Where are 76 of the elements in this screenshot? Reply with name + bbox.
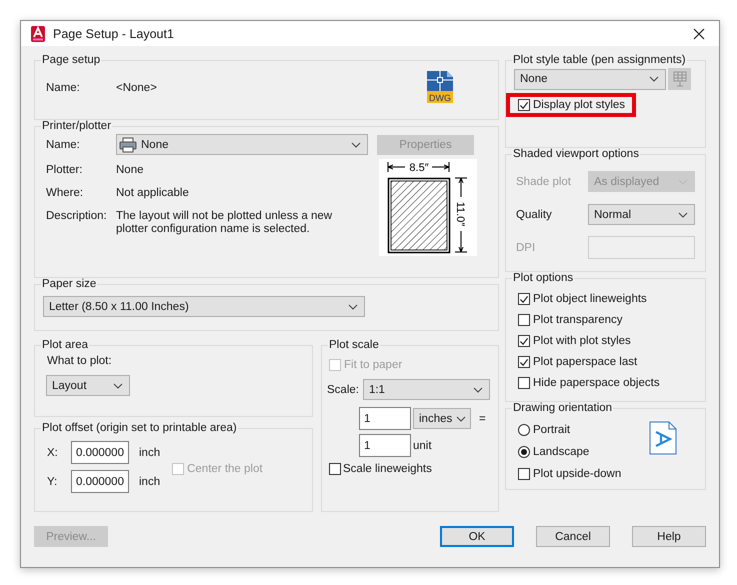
chevron-down-icon xyxy=(348,304,358,310)
scale-dropdown[interactable]: 1:1 xyxy=(362,379,490,400)
equals-sign: = xyxy=(479,412,486,424)
group-title: Plot area xyxy=(41,339,90,351)
group-title: Plot scale xyxy=(328,339,380,351)
field-value: None xyxy=(116,164,144,177)
checkmark-icon xyxy=(519,294,529,304)
unit-label: inch xyxy=(139,476,160,488)
checkmark-icon xyxy=(519,356,529,368)
field-value: Not applicable xyxy=(116,187,190,200)
paper-size-dropdown[interactable]: Letter (8.50 x 11.00 Inches) xyxy=(43,296,365,317)
printer-icon xyxy=(119,136,137,152)
plot-option-checkbox[interactable]: Plot transparency xyxy=(518,312,697,328)
checkmark-icon xyxy=(519,336,529,346)
dwg-file-icon xyxy=(427,71,453,103)
offset-input[interactable]: 0.000000 xyxy=(71,470,129,493)
page-orientation-icon xyxy=(649,421,677,455)
group-title: Shaded viewport options xyxy=(512,148,640,160)
dialog-button[interactable]: OK xyxy=(440,526,514,547)
scale-lineweights-checkbox[interactable]: Scale lineweights xyxy=(329,463,490,475)
dimension-label: 11.0″ xyxy=(454,202,466,226)
units-dropdown[interactable]: inches xyxy=(413,408,471,429)
dialog-button[interactable]: Help xyxy=(632,526,706,547)
field-label: X: xyxy=(46,446,59,458)
group-title: Paper size xyxy=(41,278,98,290)
field-label: DPI xyxy=(515,242,536,254)
field-label: Plotter: xyxy=(45,164,84,176)
app-icon xyxy=(31,26,45,42)
printer-dropdown[interactable]: None xyxy=(116,134,368,155)
chevron-down-icon xyxy=(351,142,361,148)
chevron-down-icon xyxy=(113,382,123,388)
orientation-radio[interactable]: Landscape xyxy=(518,443,590,460)
chevron-down-icon xyxy=(473,386,483,392)
plot-option-checkbox[interactable]: Plot paperspace last xyxy=(518,354,697,370)
group-title: Plot options xyxy=(512,272,574,284)
field-label: Shade plot xyxy=(515,176,572,188)
plot-option-checkbox[interactable]: Plot object lineweights xyxy=(518,291,697,307)
dimension-label: 8.5″ xyxy=(409,162,429,174)
chevron-down-icon xyxy=(649,76,659,82)
field-label: Quality xyxy=(515,208,553,220)
group-title: Plot offset (origin set to printable area) xyxy=(41,422,238,434)
scale-amount-input[interactable]: 1 xyxy=(359,407,411,430)
page-setup-name: <None> xyxy=(116,82,157,94)
upside-down-checkbox[interactable]: Plot upside-down xyxy=(518,465,697,482)
table-icon xyxy=(670,71,688,87)
file-type-label: DWG xyxy=(427,91,453,103)
field-label: What to plot: xyxy=(46,355,113,367)
offset-input[interactable]: 0.000000 xyxy=(71,441,129,464)
group-title: Drawing orientation xyxy=(512,402,614,414)
plot-option-checkbox[interactable]: Plot with plot styles xyxy=(518,333,697,349)
plot-option-checkbox[interactable]: Hide paperspace objects xyxy=(518,375,697,391)
checkmark-icon xyxy=(519,100,529,110)
plot-style-dropdown[interactable]: None xyxy=(514,68,666,90)
field-label: Y: xyxy=(46,476,58,488)
radio-dot-icon xyxy=(521,448,527,454)
shade-dropdown[interactable]: Normal xyxy=(588,204,695,225)
what-to-plot-dropdown[interactable]: Layout xyxy=(46,375,130,396)
field-label: Name: xyxy=(45,138,81,150)
group-title: Plot style table (pen assignments) xyxy=(512,54,687,66)
unit-label: unit xyxy=(413,440,432,452)
dialog-button[interactable]: Cancel xyxy=(536,526,610,547)
close-icon[interactable] xyxy=(693,28,705,40)
display-plot-styles-checkbox[interactable]: Display plot styles xyxy=(518,99,626,111)
field-label: Where: xyxy=(45,187,84,199)
field-label: Name: xyxy=(45,82,81,94)
group-title: Page setup xyxy=(41,54,102,66)
unit-amount-input[interactable]: 1 xyxy=(359,434,411,457)
field-label: Description: xyxy=(45,210,108,222)
field-value: The layout will not be plotted unless a new plotter configuration name is selected. xyxy=(116,210,334,236)
chevron-down-icon xyxy=(456,416,466,422)
unit-label: inch xyxy=(139,446,160,458)
chevron-down-icon xyxy=(678,212,688,218)
window-title: Page Setup - Layout1 xyxy=(53,26,175,40)
orientation-radio[interactable]: Portrait xyxy=(518,421,590,438)
group-title: Printer/plotter xyxy=(41,120,112,132)
field-label: Scale: xyxy=(327,384,359,396)
